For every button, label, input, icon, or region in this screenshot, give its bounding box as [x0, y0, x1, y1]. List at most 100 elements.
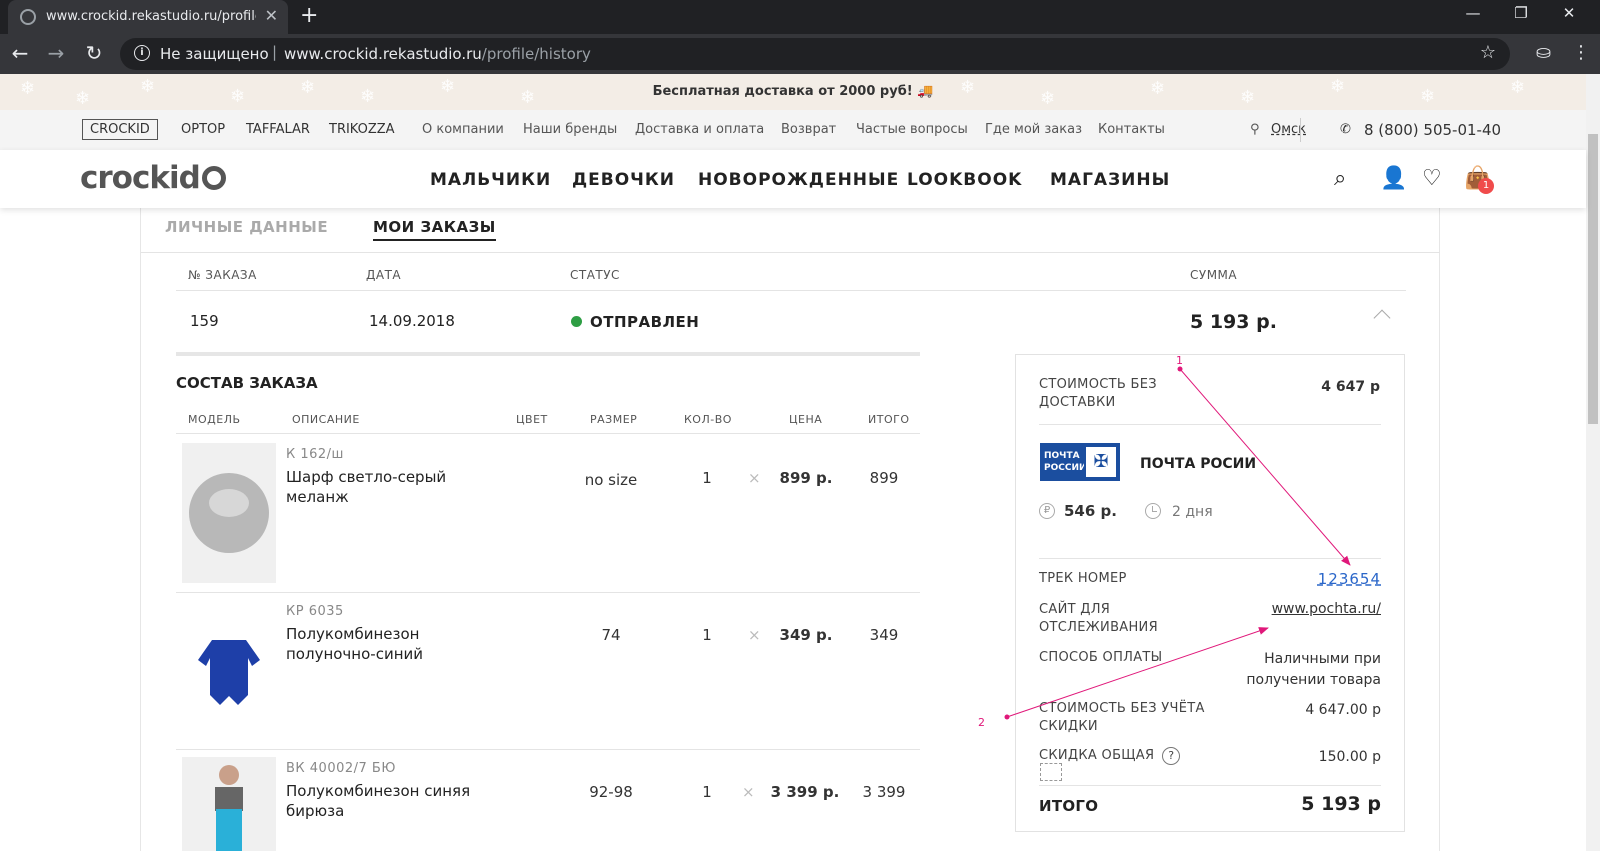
item-price: 899 р. — [779, 469, 833, 487]
order-status: ОТПРАВЛЕН — [590, 313, 700, 331]
col-price: ЦЕНА — [789, 413, 823, 426]
topnav-crockid[interactable]: CROCKID — [82, 119, 158, 140]
tracking-site-link[interactable]: www.pochta.ru/ — [1230, 599, 1381, 620]
scrollbar-thumb[interactable] — [1588, 134, 1598, 424]
topnav-trikozza[interactable]: TRIKOZZA — [329, 122, 395, 137]
globe-icon — [20, 9, 36, 25]
col-size: РАЗМЕР — [590, 413, 638, 426]
cart-badge: 1 — [1478, 178, 1494, 194]
topnav-return[interactable]: Возврат — [781, 122, 836, 137]
nav-lookbook[interactable]: LOOKBOOK — [907, 170, 1022, 190]
discount-value: 150.00 р — [1318, 749, 1381, 765]
item-price: 3 399 р. — [770, 783, 840, 801]
minimize-icon[interactable]: — — [1450, 4, 1496, 22]
col-sum: СУММА — [1190, 268, 1238, 282]
logo-mark-icon — [201, 166, 226, 190]
topnav-optop[interactable]: OPTOP — [181, 122, 225, 137]
security-label: Не защищено — [160, 45, 269, 63]
status-dot — [571, 316, 582, 327]
product-image-bodysuit[interactable] — [182, 600, 276, 740]
nav-girls[interactable]: ДЕВОЧКИ — [572, 170, 675, 190]
help-icon[interactable]: ? — [1162, 747, 1181, 765]
item-total: 3 399 — [862, 783, 906, 801]
summary-divider — [1039, 785, 1381, 786]
item-qty: 1 — [702, 469, 712, 487]
item-name[interactable]: Шарф светло-серый меланж — [286, 467, 486, 507]
promo-banner: ❄ ❄ ❄ ❄ ❄ ❄ ❄ ❄ ❄ ❄ ❄ ❄ ❄ ❄ ❄ Бесплатная… — [0, 74, 1586, 110]
tab-personal-data[interactable]: ЛИЧНЫЕ ДАННЫЕ — [165, 218, 328, 236]
close-window-icon[interactable]: ✕ — [1546, 4, 1592, 22]
user-icon[interactable]: 👤 — [1380, 166, 1407, 191]
topnav-brands[interactable]: Наши бренды — [523, 122, 617, 137]
cost-wo-delivery-label: СТОИМОСТЬ БЕЗ ДОСТАВКИ — [1039, 377, 1157, 410]
nav-stores[interactable]: МАГАЗИНЫ — [1050, 170, 1170, 190]
item-qty: 1 — [702, 783, 712, 801]
track-number-link[interactable]: 123654 — [1270, 569, 1381, 590]
eagle-icon: ✠ — [1084, 445, 1118, 479]
total-value: 5 193 р — [1301, 793, 1381, 815]
new-tab-button[interactable]: + — [300, 3, 318, 28]
items-header-divider — [176, 433, 920, 434]
product-image-scarf[interactable] — [182, 443, 276, 583]
tab-close-icon[interactable]: ✕ — [265, 6, 278, 25]
reload-icon[interactable]: ↻ — [80, 41, 108, 65]
tabs-divider — [141, 252, 1440, 253]
topnav-contacts[interactable]: Контакты — [1098, 122, 1165, 137]
topnav-where-order[interactable]: Где мой заказ — [985, 122, 1082, 137]
tab-my-orders[interactable]: МОИ ЗАКАЗЫ — [373, 218, 496, 241]
item-name[interactable]: Полукомбинезон синяя бирюза — [286, 781, 486, 821]
topnav-taffalar[interactable]: TAFFALAR — [246, 122, 310, 137]
item-total: 899 — [869, 469, 899, 487]
orders-header-divider — [176, 290, 1406, 291]
order-number: 159 — [190, 312, 219, 330]
col-color: ЦВЕТ — [516, 413, 548, 426]
item-price: 349 р. — [779, 626, 833, 644]
forward-icon[interactable]: → — [42, 41, 70, 65]
russian-post-logo: ПОЧТА РОССИИ ✠ — [1040, 443, 1120, 481]
browser-toolbar: ← → ↻ i Не защищено | www.crockid.rekast… — [0, 34, 1600, 74]
annotation-2: 2 — [978, 716, 985, 729]
bookmark-star-icon[interactable]: ☆ — [1480, 42, 1496, 63]
restore-icon[interactable]: ❐ — [1498, 4, 1544, 22]
menu-dots-icon[interactable]: ⋮ — [1572, 42, 1590, 63]
col-description: ОПИСАНИЕ — [292, 413, 360, 426]
topnav-delivery[interactable]: Доставка и оплата — [635, 122, 764, 137]
summary-divider — [1039, 424, 1381, 425]
info-icon[interactable]: i — [134, 45, 150, 61]
extension-icon[interactable]: ⛀ — [1536, 42, 1551, 63]
nav-boys[interactable]: МАЛЬЧИКИ — [430, 170, 551, 190]
truck-icon: 🚚 — [917, 84, 934, 99]
omnibox-divider: | — [272, 43, 278, 61]
item-sku: ВК 40002/7 БЮ — [286, 761, 396, 776]
browser-tab[interactable]: www.crockid.rekastudio.ru/profile/histor… — [8, 0, 288, 34]
col-order-number: № ЗАКАЗА — [188, 268, 257, 282]
url-text: www.crockid.rekastudio.ru/profile/histor… — [284, 45, 591, 63]
heart-icon[interactable]: ♡ — [1422, 166, 1442, 191]
topnav-faq[interactable]: Частые вопросы — [856, 122, 968, 137]
topnav-divider — [1300, 118, 1301, 142]
logo[interactable]: crockid — [80, 160, 226, 196]
item-size: 92-98 — [589, 783, 633, 801]
order-date: 14.09.2018 — [369, 312, 455, 330]
item-multiply: × — [748, 469, 761, 487]
address-bar[interactable]: i Не защищено | www.crockid.rekastudio.r… — [120, 38, 1510, 70]
back-icon[interactable]: ← — [6, 41, 34, 65]
page-scrollbar[interactable] — [1586, 74, 1600, 851]
product-image-overalls[interactable] — [182, 757, 276, 851]
col-total: ИТОГО — [868, 413, 910, 426]
nav-newborn[interactable]: НОВОРОЖДЕННЫЕ — [698, 170, 899, 190]
search-icon[interactable]: ⌕ — [1334, 166, 1346, 191]
item-divider — [176, 592, 920, 593]
col-model: МОДЕЛЬ — [188, 413, 241, 426]
col-status: СТАТУС — [570, 268, 620, 282]
item-sku: К 162/ш — [286, 447, 344, 462]
item-size: no size — [584, 471, 638, 489]
col-qty: КОЛ-ВО — [684, 413, 732, 426]
item-multiply: × — [742, 783, 755, 801]
track-label: ТРЕК НОМЕР — [1039, 571, 1127, 586]
phone-number[interactable]: 8 (800) 505-01-40 — [1364, 121, 1501, 139]
cost-no-discount-label: СТОИМОСТЬ БЕЗ УЧЁТА СКИДКИ — [1039, 701, 1205, 734]
annotation-1: 1 — [1176, 354, 1183, 367]
item-name[interactable]: Полукомбинезон полуночно-синий — [286, 624, 486, 664]
topnav-about[interactable]: О компании — [422, 122, 504, 137]
